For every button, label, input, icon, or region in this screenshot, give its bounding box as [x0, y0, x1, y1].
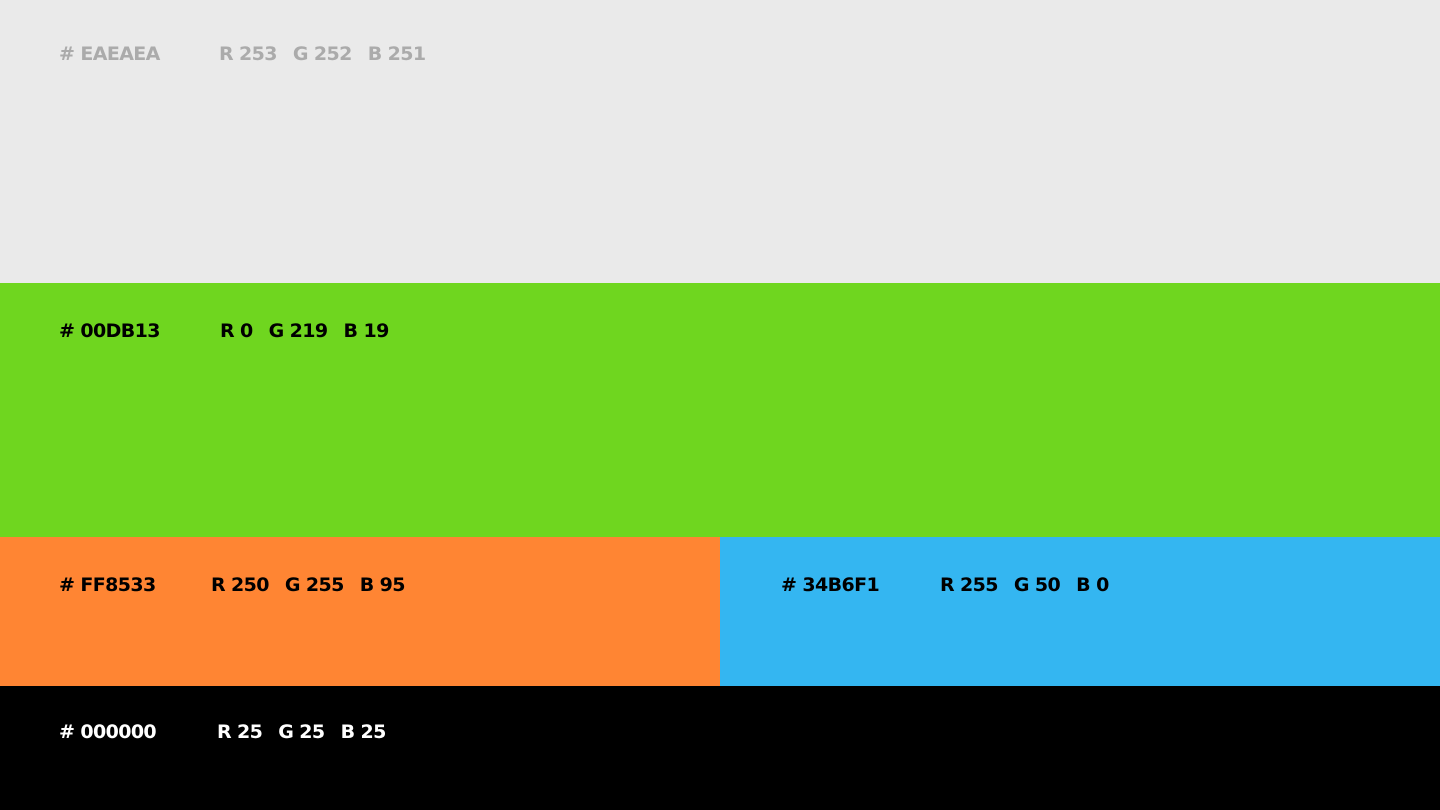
color-palette: # EAEAEA R 253 G 252 B 251 # 00DB13 R 0 G 2…: [0, 0, 1440, 810]
hex-code: # 00DB13: [59, 320, 160, 342]
rgb-values: R 253 G 252 B 251: [219, 42, 426, 66]
swatch-black: # 000000 R 25 G 25 B 25: [0, 686, 1440, 810]
blue-value: B 95: [359, 574, 406, 596]
hex-code: # 000000: [59, 721, 157, 743]
green-value: G 252: [292, 43, 352, 65]
hex-code: # 34B6F1: [781, 574, 880, 596]
green-value: G 25: [278, 721, 325, 743]
green-value: G 219: [268, 320, 328, 342]
red-value: R 250: [211, 574, 270, 596]
hex-code: # FF8533: [59, 574, 156, 596]
swatch-green: # 00DB13 R 0 G 219 B 19: [0, 283, 1440, 537]
blue-value: B 19: [343, 320, 390, 342]
rgb-values: R 255 G 50 B 0: [940, 573, 1109, 597]
hex-code: # EAEAEA: [59, 43, 160, 65]
rgb-values: R 25 G 25 B 25: [217, 720, 386, 744]
blue-value: B 0: [1076, 574, 1109, 596]
green-value: G 255: [284, 574, 344, 596]
swatch-orange: # FF8533 R 250 G 255 B 95: [0, 537, 720, 686]
green-value: G 50: [1013, 574, 1061, 596]
swatch-light-gray: # EAEAEA R 253 G 252 B 251: [0, 0, 1440, 283]
red-value: R 255: [940, 574, 999, 596]
red-value: R 25: [217, 721, 263, 743]
blue-value: B 25: [340, 721, 387, 743]
red-value: R 253: [219, 43, 278, 65]
blue-value: B 251: [367, 43, 426, 65]
rgb-values: R 250 G 255 B 95: [211, 573, 406, 597]
swatch-blue: # 34B6F1 R 255 G 50 B 0: [720, 537, 1440, 686]
red-value: R 0: [220, 320, 253, 342]
rgb-values: R 0 G 219 B 19: [220, 319, 389, 343]
